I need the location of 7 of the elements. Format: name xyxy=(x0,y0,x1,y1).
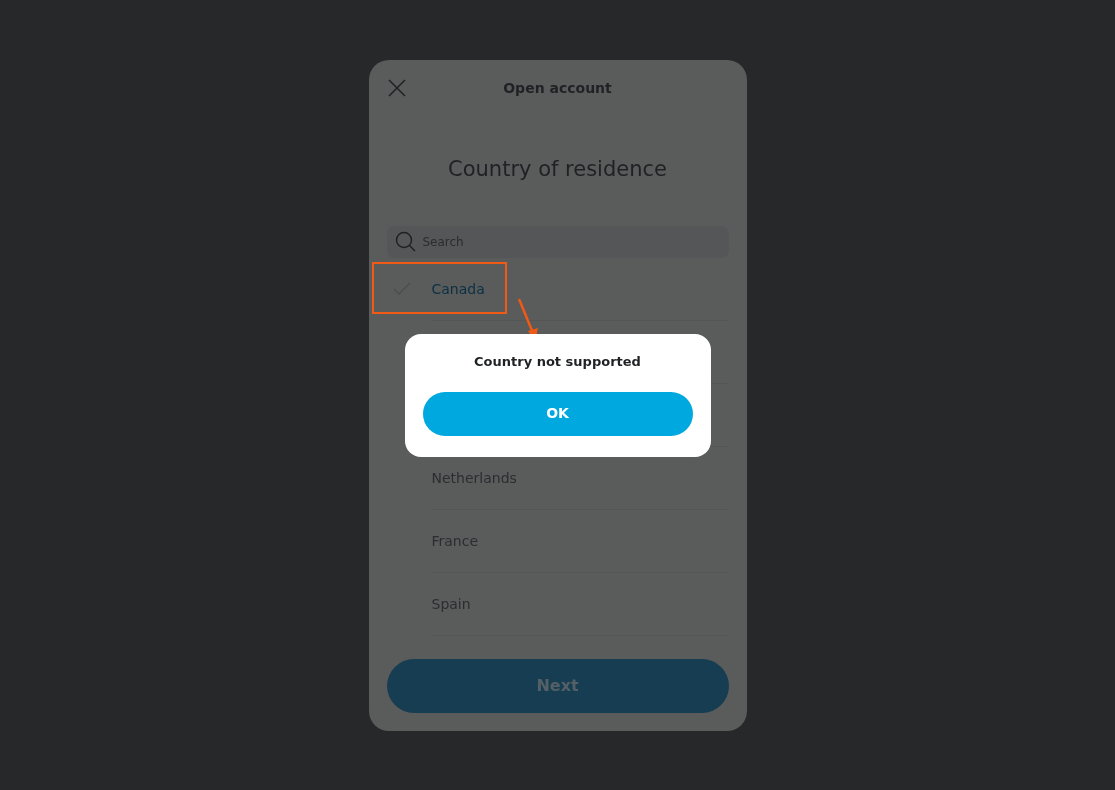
header-title: Open account xyxy=(503,78,612,98)
close-button[interactable] xyxy=(386,78,407,98)
page-heading: Country of residence xyxy=(447,156,668,183)
close-icon xyxy=(386,78,407,98)
dialog-message: Country not supported xyxy=(473,353,642,371)
ok-button[interactable]: OK xyxy=(422,391,693,436)
country-item[interactable]: Canada xyxy=(431,278,485,300)
